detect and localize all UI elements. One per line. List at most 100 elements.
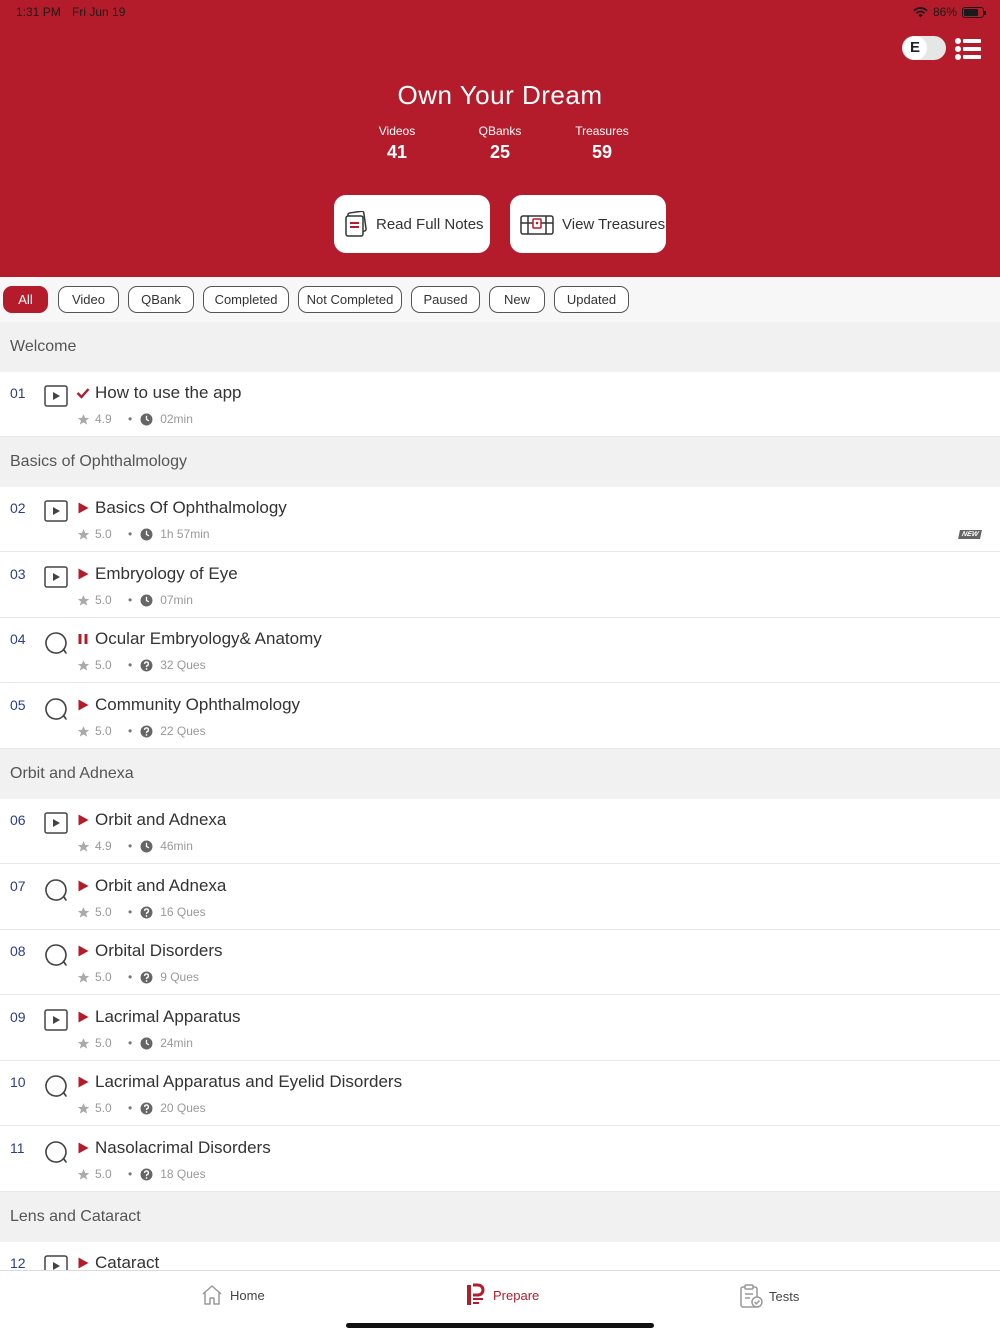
list-item[interactable]: 04 Ocular Embryology& Anatomy 5.0 • 32 Ques (0, 618, 1000, 683)
star-icon (77, 971, 90, 983)
item-rating: 5.0 (95, 905, 112, 919)
meta-separator: • (128, 905, 133, 919)
stat-label: Videos (378, 124, 416, 138)
home-indicator (346, 1323, 654, 1328)
item-meta-value: 20 Ques (160, 1101, 206, 1115)
star-icon (77, 594, 90, 606)
notes-icon (345, 211, 367, 237)
item-meta-value: 32 Ques (160, 658, 206, 672)
play-icon (78, 1011, 89, 1023)
filter-chip-not-completed[interactable]: Not Completed (298, 286, 402, 313)
meta-icon (140, 725, 153, 738)
item-rating: 5.0 (95, 724, 112, 738)
stat-value: 25 (489, 142, 511, 162)
video-icon (44, 812, 68, 834)
filter-chip-qbank[interactable]: QBank (128, 286, 194, 313)
nav-prepare[interactable]: Prepare (465, 1283, 539, 1307)
item-state (76, 1141, 90, 1160)
item-meta-value: 02min (160, 412, 193, 426)
item-title: Orbit and Adnexa (95, 876, 227, 895)
item-meta-value: 07min (160, 593, 193, 607)
qbank-icon (45, 879, 67, 901)
item-state (76, 501, 90, 520)
question-icon (140, 971, 153, 983)
star-icon (77, 725, 90, 737)
item-title: Orbital Disorders (95, 941, 223, 960)
item-number: 08 (10, 943, 26, 959)
status-bar-right: 86% (913, 5, 986, 19)
clock-icon (140, 594, 153, 606)
play-icon (78, 1076, 89, 1088)
list-item[interactable]: 07 Orbit and Adnexa 5.0 • 16 Ques (0, 865, 1000, 930)
item-meta: 5.0 • 18 Ques (77, 1167, 206, 1181)
item-meta: 5.0 • 1h 57min (77, 527, 210, 541)
item-number: 03 (10, 566, 26, 582)
list-item[interactable]: 09 Lacrimal Apparatus 5.0 • 24min (0, 996, 1000, 1061)
read-full-notes-label: Read Full Notes (376, 215, 484, 233)
item-title: Nasolacrimal Disorders (95, 1138, 271, 1157)
item-type (44, 631, 68, 660)
item-type (44, 1074, 68, 1103)
list-item[interactable]: 10 Lacrimal Apparatus and Eyelid Disorder… (0, 1061, 1000, 1126)
play-icon (78, 1142, 89, 1154)
header: 1:31 PM Fri Jun 19 86% E Own Your Dream … (0, 0, 1000, 277)
filter-bar: All Video QBank Completed Not Completed … (0, 277, 1000, 322)
item-state (76, 879, 90, 898)
item-meta-value: 22 Ques (160, 724, 206, 738)
meta-icon (140, 659, 153, 672)
item-state (76, 1075, 90, 1094)
item-state (76, 567, 90, 586)
item-state (76, 386, 90, 405)
meta-icon (140, 1168, 153, 1181)
item-meta: 5.0 • 32 Ques (77, 658, 206, 672)
item-title: Orbit and Adnexa (95, 810, 227, 829)
filter-chip-video[interactable]: Video (58, 286, 119, 313)
page-title: Own Your Dream (397, 80, 603, 110)
question-icon (140, 1102, 153, 1114)
item-meta: 5.0 • 16 Ques (77, 905, 206, 919)
item-state (76, 813, 90, 832)
nav-tests[interactable]: Tests (739, 1283, 799, 1309)
list-item[interactable]: 03 Embryology of Eye 5.0 • 07min (0, 553, 1000, 618)
read-full-notes-button[interactable]: Read Full Notes (334, 195, 490, 253)
qbank-icon (45, 698, 67, 720)
filter-chip-all[interactable]: All (3, 286, 48, 313)
star-icon (77, 906, 90, 918)
filter-chip-new[interactable]: New (489, 286, 545, 313)
list-menu-icon[interactable] (955, 38, 981, 60)
filter-chip-paused[interactable]: Paused (411, 286, 480, 313)
meta-separator: • (128, 658, 133, 672)
meta-icon (140, 528, 153, 541)
list-item[interactable]: 08 Orbital Disorders 5.0 • 9 Ques (0, 930, 1000, 995)
exam-mode-toggle[interactable]: E (902, 36, 946, 60)
filter-chip-completed[interactable]: Completed (203, 286, 289, 313)
nav-home[interactable]: Home (200, 1283, 265, 1307)
play-icon (78, 502, 89, 514)
item-number: 11 (10, 1140, 25, 1156)
video-icon (44, 566, 68, 588)
stat-value: 41 (386, 142, 408, 162)
list-item[interactable]: 02 Basics Of Ophthalmology 5.0 • 1h 57min NEW (0, 487, 1000, 552)
item-type (44, 697, 68, 726)
list-item[interactable]: 06 Orbit and Adnexa 4.9 • 46min (0, 799, 1000, 864)
filter-chip-updated[interactable]: Updated (554, 286, 629, 313)
item-state (76, 698, 90, 717)
item-number: 06 (10, 812, 26, 828)
battery-percent: 86% (932, 5, 957, 19)
list-item[interactable]: 11 Nasolacrimal Disorders 5.0 • 18 Ques (0, 1127, 1000, 1192)
nav-home-label: Home (230, 1287, 265, 1303)
item-type (44, 1009, 68, 1036)
toggle-knob: E (903, 36, 927, 60)
qbank-icon (45, 1075, 67, 1097)
item-meta: 5.0 • 22 Ques (77, 724, 206, 738)
list-item[interactable]: 05 Community Ophthalmology 5.0 • 22 Ques (0, 684, 1000, 749)
video-icon (44, 500, 68, 522)
question-icon (140, 906, 153, 918)
list-item[interactable]: 01 How to use the app 4.9 • 02min (0, 372, 1000, 437)
view-treasures-button[interactable]: View Treasures (510, 195, 666, 253)
item-number: 04 (10, 631, 26, 647)
item-state (76, 1010, 90, 1029)
meta-icon (140, 1037, 153, 1050)
item-rating: 5.0 (95, 970, 112, 984)
treasure-chest-icon (520, 215, 554, 235)
